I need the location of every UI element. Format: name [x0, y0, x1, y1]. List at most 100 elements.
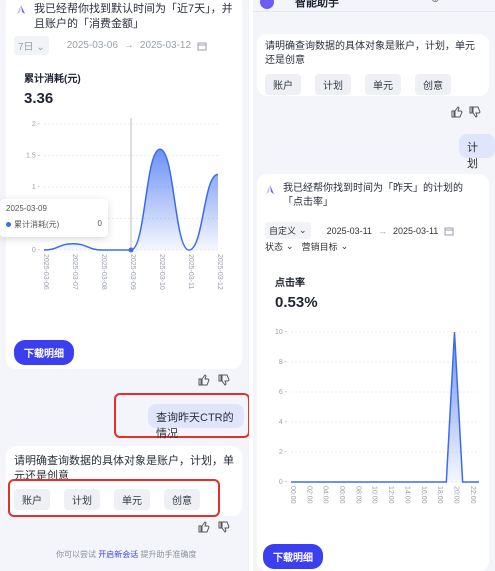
y-tick-label: 8 -: [279, 359, 288, 366]
y-tick-label: 6 -: [279, 389, 288, 396]
end-date[interactable]: 2025-03-11: [393, 226, 438, 236]
tooltip-value: 0: [97, 219, 102, 228]
more-icon[interactable]: ⊕: [431, 0, 439, 5]
feedback-row: [451, 106, 481, 118]
user-message-text: 计划: [467, 142, 478, 170]
y-tick-label: 10 -: [275, 329, 288, 336]
legend-dot-icon: [6, 222, 11, 227]
range-select-value: 自定义: [269, 226, 297, 236]
start-date[interactable]: 2025-03-06: [67, 40, 118, 51]
option-creative[interactable]: 创意: [415, 74, 451, 95]
x-tick-label: 06:00: [338, 486, 345, 504]
x-tick-label: 12:00: [387, 486, 394, 504]
x-tick-label: 00:00: [289, 486, 296, 504]
thumbs-down-icon[interactable]: [218, 521, 230, 533]
range-select-value: 7日: [18, 42, 34, 53]
option-plan[interactable]: 计划: [315, 74, 351, 95]
footer-suffix: 提升助手准确度: [140, 550, 197, 559]
assistant-logo-icon: [17, 5, 25, 14]
option-unit[interactable]: 单元: [114, 489, 150, 510]
x-tick-label: 10:00: [371, 486, 378, 504]
chevron-down-icon: ⌄: [36, 42, 45, 53]
minimize-icon[interactable]: —: [459, 0, 469, 5]
option-list: 账户 计划 单元 创意: [265, 74, 451, 95]
y-tick-label: 1.5 -: [26, 153, 41, 160]
option-account[interactable]: 账户: [14, 489, 50, 510]
y-tick-label: 0 -: [32, 247, 41, 254]
x-tick-label: 02:00: [305, 486, 312, 504]
range-select[interactable]: 7日 ⌄: [14, 36, 49, 55]
date-range-picker[interactable]: 7日 ⌄ 2025-03-06 → 2025-03-12: [14, 36, 207, 55]
x-tick-label: 20:00: [452, 486, 459, 504]
assistant-logo-icon: [260, 0, 274, 9]
y-tick-label: 0 -: [279, 479, 288, 486]
thumbs-up-icon[interactable]: [451, 106, 463, 118]
date-range-picker[interactable]: 自定义 ⌄ 2025-03-11 → 2025-03-11: [265, 222, 454, 239]
filter-row: 状态 ⌄ 营销目标 ⌄: [265, 240, 348, 253]
x-tick-label: 18:00: [436, 486, 443, 504]
option-account[interactable]: 账户: [265, 74, 301, 95]
metric-value: 3.36: [24, 90, 54, 107]
ctr-chart: 0 - 2 - 4 - 6 - 8 - 10 - 00:00 02:00 04:00 06:00 0…: [275, 329, 479, 504]
right-chat-panel: 智能助手 ⊕ — 请明确查询数据的具体对象是账户，计划，单元还是创意 账户 计划…: [253, 0, 495, 571]
thumbs-up-icon[interactable]: [198, 374, 210, 386]
start-date[interactable]: 2025-03-11: [327, 226, 372, 236]
y-tick-label: 4 -: [279, 419, 288, 426]
x-tick-label: 16:00: [420, 486, 427, 504]
assistant-intro-text: 我已经帮你找到时间为「昨天」的计划的「点击率」: [283, 183, 463, 208]
chart-tooltip: 2025-03-09 累计消耗(元) 0: [0, 199, 108, 237]
status-filter-label: 状态: [265, 242, 284, 252]
tooltip-date: 2025-03-09: [6, 204, 47, 213]
clarify-text: 请明确查询数据的具体对象是账户，计划，单元还是创意: [265, 41, 475, 66]
thumbs-down-icon[interactable]: [218, 374, 230, 386]
goal-filter[interactable]: 营销目标 ⌄: [302, 240, 349, 253]
assistant-logo-icon: [266, 185, 274, 194]
data-point: [128, 247, 134, 253]
date-separator: →: [123, 40, 134, 51]
chevron-down-icon: ⌄: [340, 241, 349, 251]
screenshot-root: 我已经帮你找到默认时间为「近7天」，并且账户的「消费金额」 7日 ⌄ 2025-…: [0, 0, 495, 571]
user-message-bubble: 查询昨天CTR的情况: [148, 404, 244, 440]
download-details-button[interactable]: 下载明细: [263, 544, 323, 569]
assistant-chart-card: 我已经帮你找到时间为「昨天」的计划的「点击率」 自定义 ⌄ 2025-03-11…: [257, 174, 489, 571]
date-separator: →: [377, 225, 387, 236]
feedback-row-2: [198, 521, 230, 533]
new-session-link[interactable]: 开启新会话: [98, 550, 138, 559]
assistant-chart-card: 我已经帮你找到默认时间为「近7天」，并且账户的「消费金额」 7日 ⌄ 2025-…: [0, 0, 242, 369]
y-tick-label: 1 -: [32, 184, 41, 191]
option-plan[interactable]: 计划: [64, 489, 100, 510]
metric-value: 0.53%: [275, 294, 318, 311]
feedback-row: [198, 374, 230, 386]
assistant-message-header: 我已经帮你找到时间为「昨天」的计划的「点击率」: [263, 182, 473, 210]
x-tick-label: 2025-03-07: [71, 254, 78, 290]
option-unit[interactable]: 单元: [365, 74, 401, 95]
thumbs-up-icon[interactable]: [198, 521, 210, 533]
assistant-topbar: 智能助手 ⊕ —: [253, 0, 495, 12]
user-message-bubble: 计划: [459, 134, 495, 170]
status-filter[interactable]: 状态 ⌄: [265, 240, 294, 253]
footer-hint: 你可以尝试 开启新会话 提升助手准确度: [56, 549, 196, 560]
y-tick-label: 2 -: [279, 449, 288, 456]
x-tick-label: 08:00: [354, 486, 361, 504]
x-tick-label: 2025-03-10: [158, 254, 165, 290]
assistant-title: 智能助手: [295, 0, 339, 9]
assistant-clarify-card: 请明确查询数据的具体对象是账户，计划，单元还是创意 账户 计划 单元 创意: [257, 34, 489, 96]
goal-filter-label: 营销目标: [301, 242, 338, 252]
option-creative[interactable]: 创意: [164, 489, 200, 510]
x-tick-label: 2025-03-08: [100, 254, 107, 290]
footer-prefix: 你可以尝试: [56, 550, 96, 559]
option-list: 账户 计划 单元 创意: [14, 489, 200, 510]
assistant-message-header: 我已经帮你找到默认时间为「近7天」，并且账户的「消费金额」: [14, 2, 236, 32]
calendar-icon[interactable]: [444, 226, 454, 236]
thumbs-down-icon[interactable]: [469, 106, 481, 118]
end-date[interactable]: 2025-03-12: [140, 40, 191, 51]
x-tick-label: 2025-03-06: [42, 254, 49, 290]
y-tick-label: 2 -: [32, 121, 41, 128]
metric-title: 点击率: [275, 278, 305, 289]
range-select[interactable]: 自定义 ⌄: [265, 222, 311, 239]
metric-title: 累计消耗(元): [24, 74, 81, 85]
tooltip-series: 累计消耗(元): [14, 220, 60, 229]
download-details-button[interactable]: 下载明细: [14, 340, 74, 365]
calendar-icon[interactable]: [197, 41, 207, 51]
assistant-intro-text: 我已经帮你找到默认时间为「近7天」，并且账户的「消费金额」: [34, 3, 233, 30]
